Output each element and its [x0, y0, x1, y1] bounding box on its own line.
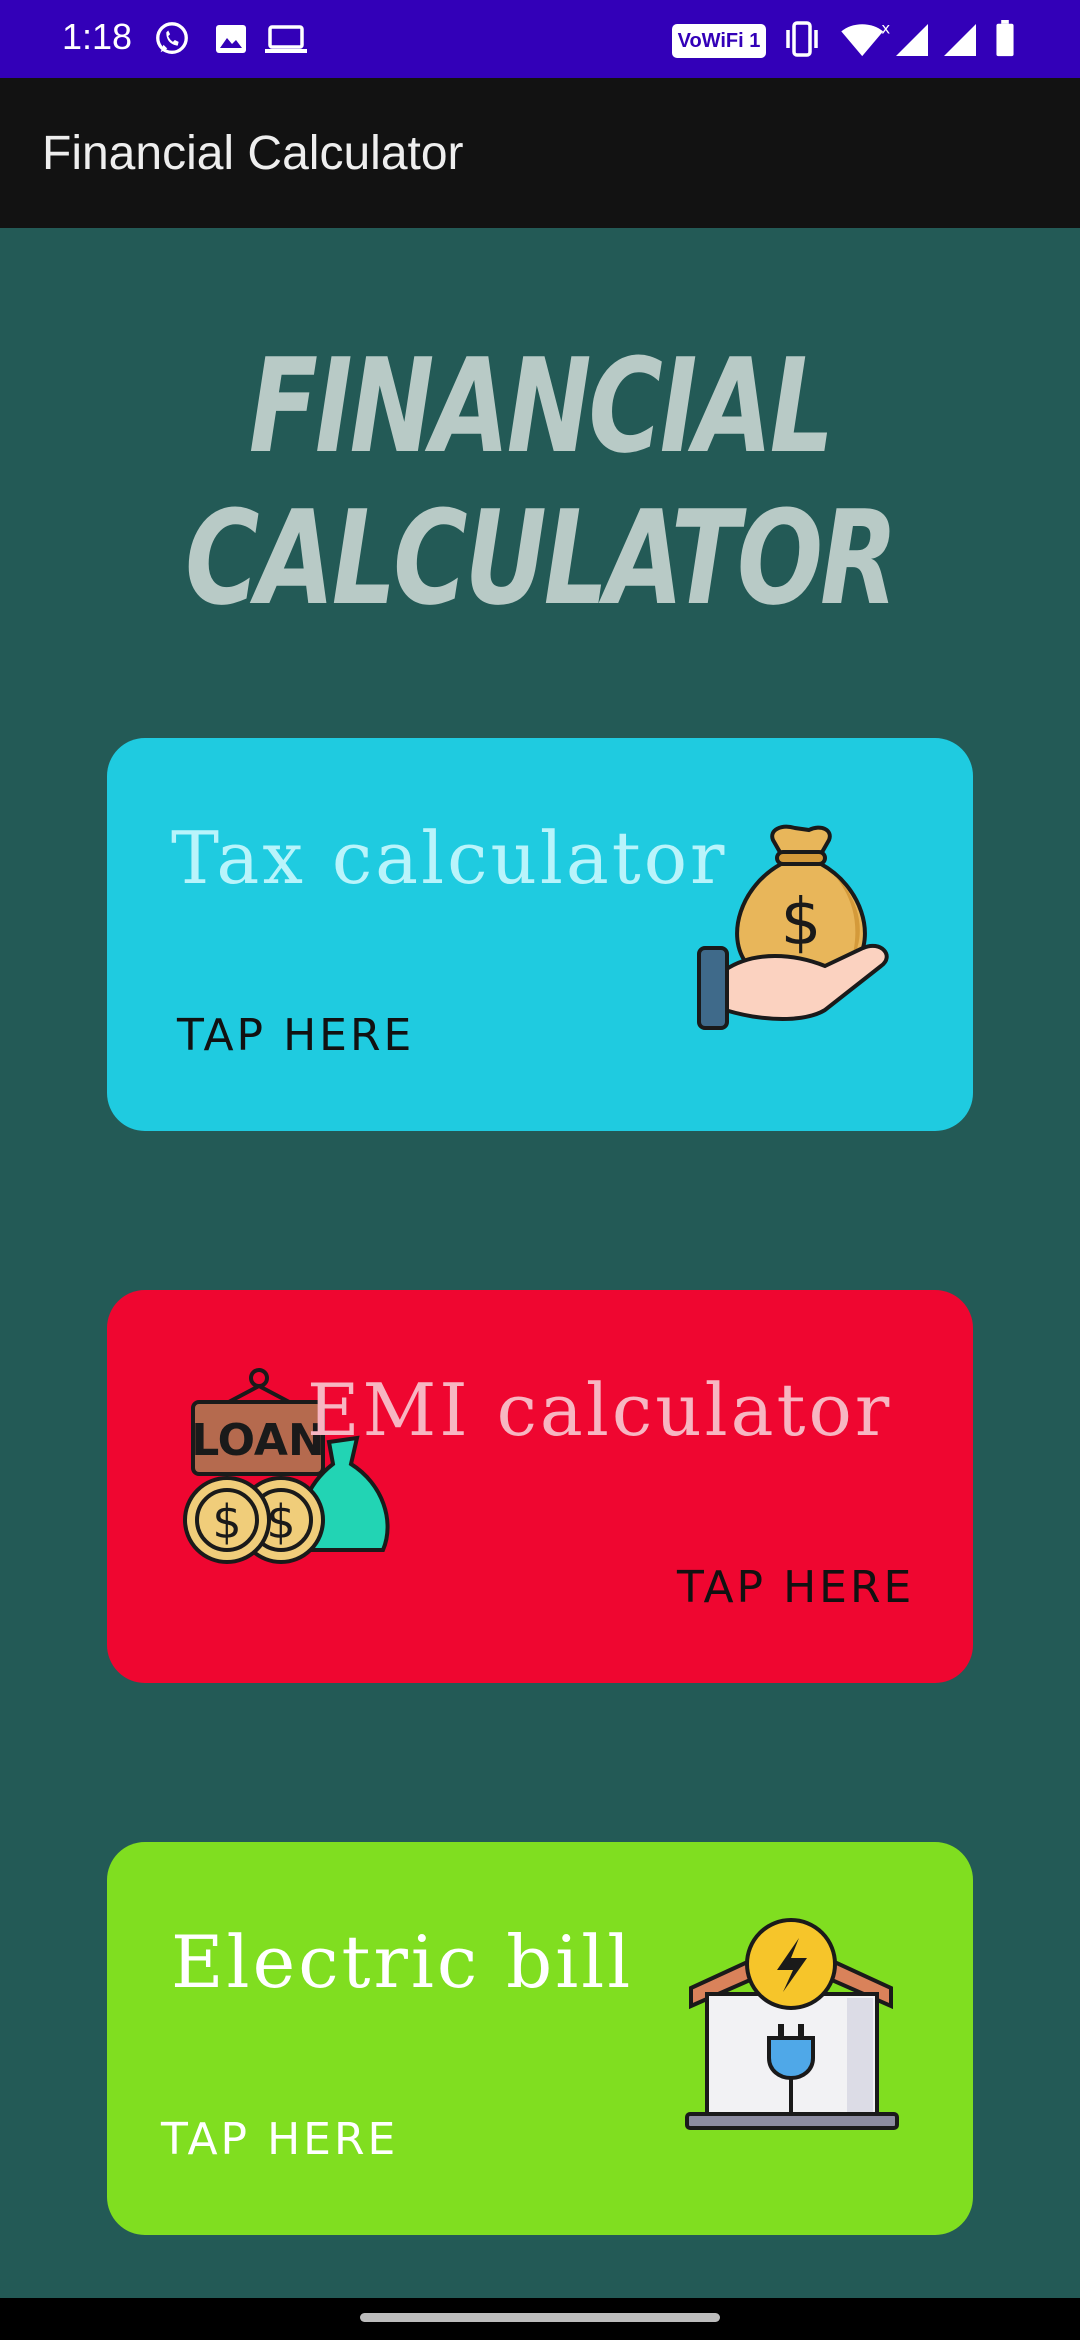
- status-bar: 1:18 VoWiFi 1 x: [0, 0, 1080, 78]
- image-icon: [216, 25, 246, 53]
- hero-title: FINANCIAL CALCULATOR: [119, 330, 961, 634]
- laptop-icon: [265, 25, 307, 53]
- tax-tap-here[interactable]: TAP HERE: [177, 1010, 414, 1061]
- emi-calculator-card[interactable]: LOAN $ $ EMI calculator TAP HERE: [107, 1290, 973, 1683]
- app-bar: Financial Calculator: [0, 78, 1080, 228]
- status-time: 1:18: [62, 16, 133, 57]
- svg-text:$: $: [212, 1495, 241, 1549]
- hero-title-line2: CALCULATOR: [185, 482, 898, 634]
- navigation-bar: [0, 2298, 1080, 2340]
- vowifi-badge: VoWiFi 1: [672, 24, 766, 58]
- battery-icon: [996, 20, 1014, 57]
- app-title: Financial Calculator: [42, 127, 464, 180]
- emi-calculator-title: EMI calculator: [307, 1368, 893, 1452]
- electric-tap-here[interactable]: TAP HERE: [161, 2114, 398, 2165]
- hero-title-line1: FINANCIAL: [248, 330, 834, 482]
- money-bag-hand-icon: $: [697, 824, 889, 1030]
- electric-bill-title: Electric bill: [171, 1920, 634, 2004]
- svg-text:$: $: [781, 886, 822, 960]
- home-gesture-handle[interactable]: [360, 2313, 720, 2322]
- signal-icon: [896, 24, 928, 56]
- svg-text:x: x: [881, 20, 890, 37]
- whatsapp-icon: [156, 22, 188, 54]
- wifi-icon: x: [841, 20, 890, 57]
- electric-bill-card[interactable]: Electric bill TAP HERE: [107, 1842, 973, 2235]
- electric-house-icon: [685, 1918, 899, 2130]
- loan-sign-label: LOAN: [191, 1415, 325, 1466]
- signal-icon: [944, 24, 976, 56]
- tax-calculator-title: Tax calculator: [171, 816, 728, 900]
- emi-tap-here[interactable]: TAP HERE: [677, 1562, 914, 1613]
- tax-calculator-card[interactable]: Tax calculator TAP HERE $: [107, 738, 973, 1131]
- vibrate-icon: [786, 21, 818, 57]
